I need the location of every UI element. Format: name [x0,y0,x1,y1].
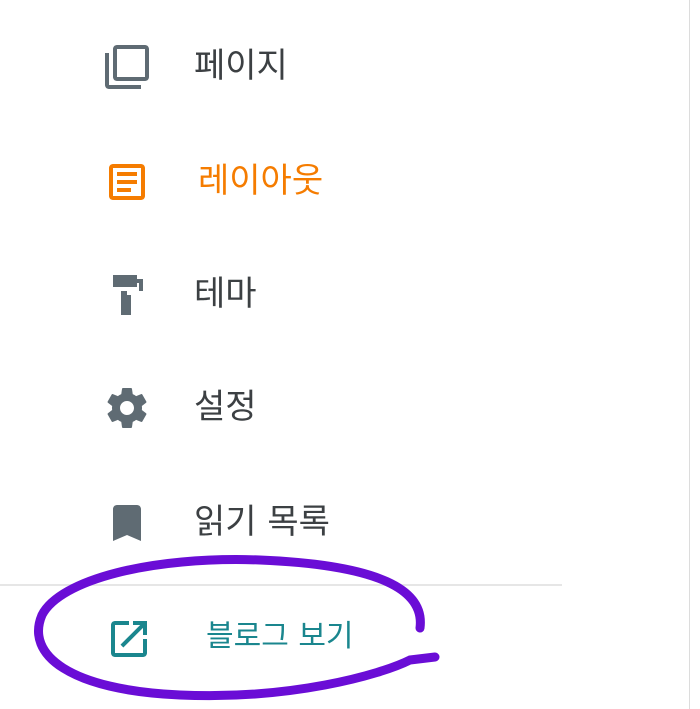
gear-icon [103,384,151,432]
sidebar-item-label: 테마 [194,274,257,314]
sidebar-item-label: 레이아웃 [198,161,324,201]
layout-icon [103,158,151,206]
pages-icon [103,43,151,91]
bookmark-icon [103,499,151,547]
view-blog-link[interactable]: 블로그 보기 [0,595,600,680]
divider [0,584,562,586]
sidebar-item-label: 설정 [194,387,257,427]
sidebar-item-settings[interactable]: 설정 [0,366,600,446]
sidebar-item-theme[interactable]: 테마 [0,253,600,333]
sidebar-item-layout[interactable]: 레이아웃 [0,140,600,220]
sidebar-item-reading-list[interactable]: 읽기 목록 [0,481,600,561]
view-blog-label: 블로그 보기 [206,619,354,654]
panel-right-border [689,0,700,709]
paint-roller-icon [103,271,151,319]
sidebar-item-label: 읽기 목록 [194,502,330,542]
open-in-new-icon [105,615,153,663]
sidebar-item-pages[interactable]: 페이지 [0,25,600,105]
sidebar-item-label: 페이지 [194,46,288,86]
